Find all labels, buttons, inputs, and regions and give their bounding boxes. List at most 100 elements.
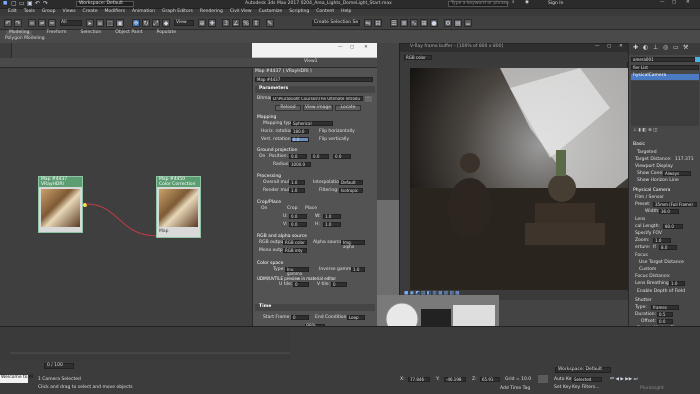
- utilities-tab-icon[interactable]: ⚒: [683, 44, 688, 52]
- save-icon[interactable]: ▣: [27, 0, 33, 8]
- show-cone-dropdown[interactable]: Always: [663, 171, 691, 176]
- rgb-output-dropdown[interactable]: RGB color: [283, 240, 307, 245]
- color-type-dropdown[interactable]: Inv. gamma: [285, 267, 309, 276]
- end-condition-dropdown[interactable]: Loop: [347, 315, 365, 320]
- object-name-field[interactable]: amera001: [631, 57, 695, 62]
- menu-views[interactable]: Views: [63, 9, 76, 15]
- menu-customize[interactable]: Customize: [259, 9, 283, 15]
- radius-field[interactable]: 1000.0: [289, 162, 311, 167]
- time-rollout-header[interactable]: Time: [255, 304, 375, 311]
- filtering-dropdown[interactable]: Isotropic: [339, 188, 363, 193]
- position-y-field[interactable]: 0.0: [311, 154, 329, 159]
- specify-fov-checkbox[interactable]: Specify FOV: [635, 231, 662, 237]
- schematic-view-icon[interactable]: ⊞: [420, 19, 428, 27]
- lens-breathing-field[interactable]: 1.0: [669, 281, 685, 286]
- modifier-stack-item[interactable]: hysicalCamera: [631, 73, 699, 80]
- menu-modifiers[interactable]: Modifiers: [105, 9, 126, 15]
- display-tab-icon[interactable]: ▭: [673, 44, 679, 52]
- place-icon[interactable]: ◆: [162, 19, 170, 27]
- vfb-minimize[interactable]: —: [595, 44, 600, 50]
- mapping-type-dropdown[interactable]: Spherical: [291, 121, 333, 126]
- alpha-source-dropdown[interactable]: Img. alpha: [341, 240, 365, 249]
- vert-rotation-field[interactable]: 0.0: [291, 137, 309, 142]
- time-slider[interactable]: 0 / 100: [44, 363, 74, 369]
- pivot-center-icon[interactable]: ⊕: [198, 19, 206, 27]
- offset-field[interactable]: 0.0: [657, 319, 673, 324]
- scene-explorer-icon[interactable]: ☰: [390, 19, 398, 27]
- shutter-type-dropdown[interactable]: frames: [651, 305, 679, 310]
- place-radio[interactable]: Place: [305, 206, 317, 212]
- width-field[interactable]: 36.0: [659, 209, 679, 214]
- menu-group[interactable]: Group: [42, 9, 56, 15]
- menu-create[interactable]: Create: [83, 9, 98, 15]
- material-editor-icon[interactable]: ●: [430, 19, 438, 27]
- menu-graph-editors[interactable]: Graph Editors: [162, 9, 193, 15]
- window-crossing-icon[interactable]: ▣: [116, 19, 124, 27]
- app-logo-icon[interactable]: ■: [3, 1, 7, 7]
- align-icon[interactable]: ⊟: [374, 19, 382, 27]
- parameters-rollout-header[interactable]: Parameters: [255, 86, 375, 93]
- menu-animation[interactable]: Animation: [132, 9, 155, 15]
- redo-icon[interactable]: ↷: [43, 0, 48, 8]
- view-image-button[interactable]: View image: [303, 105, 333, 111]
- open-file-icon[interactable]: ▭: [19, 0, 25, 8]
- angle-snap-icon[interactable]: ∠: [232, 19, 240, 27]
- track-bar[interactable]: [0, 327, 290, 361]
- animation-mode-icon[interactable]: [538, 375, 548, 383]
- undo-icon[interactable]: ↶: [35, 0, 40, 8]
- reload-button[interactable]: Reload: [275, 105, 301, 111]
- search-input[interactable]: Type a keyword or phrase: [448, 1, 509, 7]
- bottom-workspace-dropdown[interactable]: Workspace: Default: [555, 367, 611, 373]
- object-color-swatch[interactable]: [695, 57, 700, 62]
- duration-field[interactable]: 0.5: [657, 312, 673, 317]
- redo-tool-icon[interactable]: ↷: [14, 19, 22, 27]
- link-icon[interactable]: ∞: [28, 19, 36, 27]
- focal-length-field[interactable]: 80.0: [663, 224, 683, 229]
- position-x-field[interactable]: 0.0: [289, 154, 307, 159]
- show-horizon-checkbox[interactable]: Show Horizon Line: [637, 178, 679, 184]
- set-key-button[interactable]: Set Key: [554, 385, 571, 391]
- sign-in-link[interactable]: Sign In: [548, 1, 563, 7]
- menu-content[interactable]: Content: [316, 9, 334, 15]
- undo-tool-icon[interactable]: ↶: [4, 19, 12, 27]
- snaps-toggle-icon[interactable]: 3: [222, 19, 230, 27]
- workspace-dropdown[interactable]: Workspace: Default: [76, 1, 134, 7]
- menu-tools[interactable]: Tools: [24, 9, 35, 15]
- interpolation-dropdown[interactable]: Default: [339, 180, 363, 185]
- spinner-snap-icon[interactable]: ⇕: [252, 19, 260, 27]
- horiz-rotation-field[interactable]: 180.0: [291, 129, 309, 134]
- mono-output-dropdown[interactable]: RGB inty: [283, 248, 307, 253]
- add-time-tag[interactable]: Add Time Tag: [500, 386, 530, 392]
- use-target-distance-radio[interactable]: Use Target Distance: [639, 260, 684, 266]
- maximize-button[interactable]: ▢: [672, 0, 676, 6]
- ribbon-tab-freeform[interactable]: Freeform: [46, 30, 66, 36]
- z-coord-field[interactable]: 65.91: [480, 377, 500, 382]
- locate-button[interactable]: Locate: [335, 105, 361, 111]
- ground-on-checkbox[interactable]: On: [259, 154, 265, 160]
- position-z-field[interactable]: 0.0: [333, 154, 351, 159]
- h-field[interactable]: 1.0: [323, 222, 341, 227]
- browse-button[interactable]: …: [365, 95, 372, 102]
- select-rotate-icon[interactable]: ↻: [142, 19, 150, 27]
- crop-on-checkbox[interactable]: On: [261, 206, 267, 212]
- select-manipulate-icon[interactable]: ✚: [208, 19, 216, 27]
- modifier-stack-area[interactable]: [631, 81, 699, 126]
- overall-mult-field[interactable]: 1.0: [289, 180, 305, 185]
- render-production-icon[interactable]: ☕: [464, 19, 472, 27]
- named-selection-dropdown[interactable]: Create Selection Se: [312, 20, 360, 26]
- vfb-close[interactable]: ✕: [619, 44, 623, 50]
- menu-civil-view[interactable]: Civil View: [230, 9, 252, 15]
- minimize-button[interactable]: —: [660, 0, 665, 6]
- search-icon[interactable]: ⌕: [512, 0, 515, 6]
- v-tile-field[interactable]: 0: [331, 282, 347, 287]
- vfb-channel-dropdown[interactable]: RGB color: [404, 55, 432, 60]
- aperture-field[interactable]: 8.0: [659, 245, 677, 250]
- render-setup-icon[interactable]: ⚙: [444, 19, 452, 27]
- material-editor-minimize[interactable]: —: [338, 45, 343, 51]
- menu-help[interactable]: Help: [341, 9, 351, 15]
- w-field[interactable]: 1.0: [323, 214, 341, 219]
- view-tab-label[interactable]: View1: [304, 59, 318, 65]
- user-icon[interactable]: ◉: [525, 0, 529, 6]
- flip-vertically-checkbox[interactable]: Flip vertically: [319, 137, 349, 143]
- inverse-gamma-field[interactable]: 1.0: [351, 267, 365, 272]
